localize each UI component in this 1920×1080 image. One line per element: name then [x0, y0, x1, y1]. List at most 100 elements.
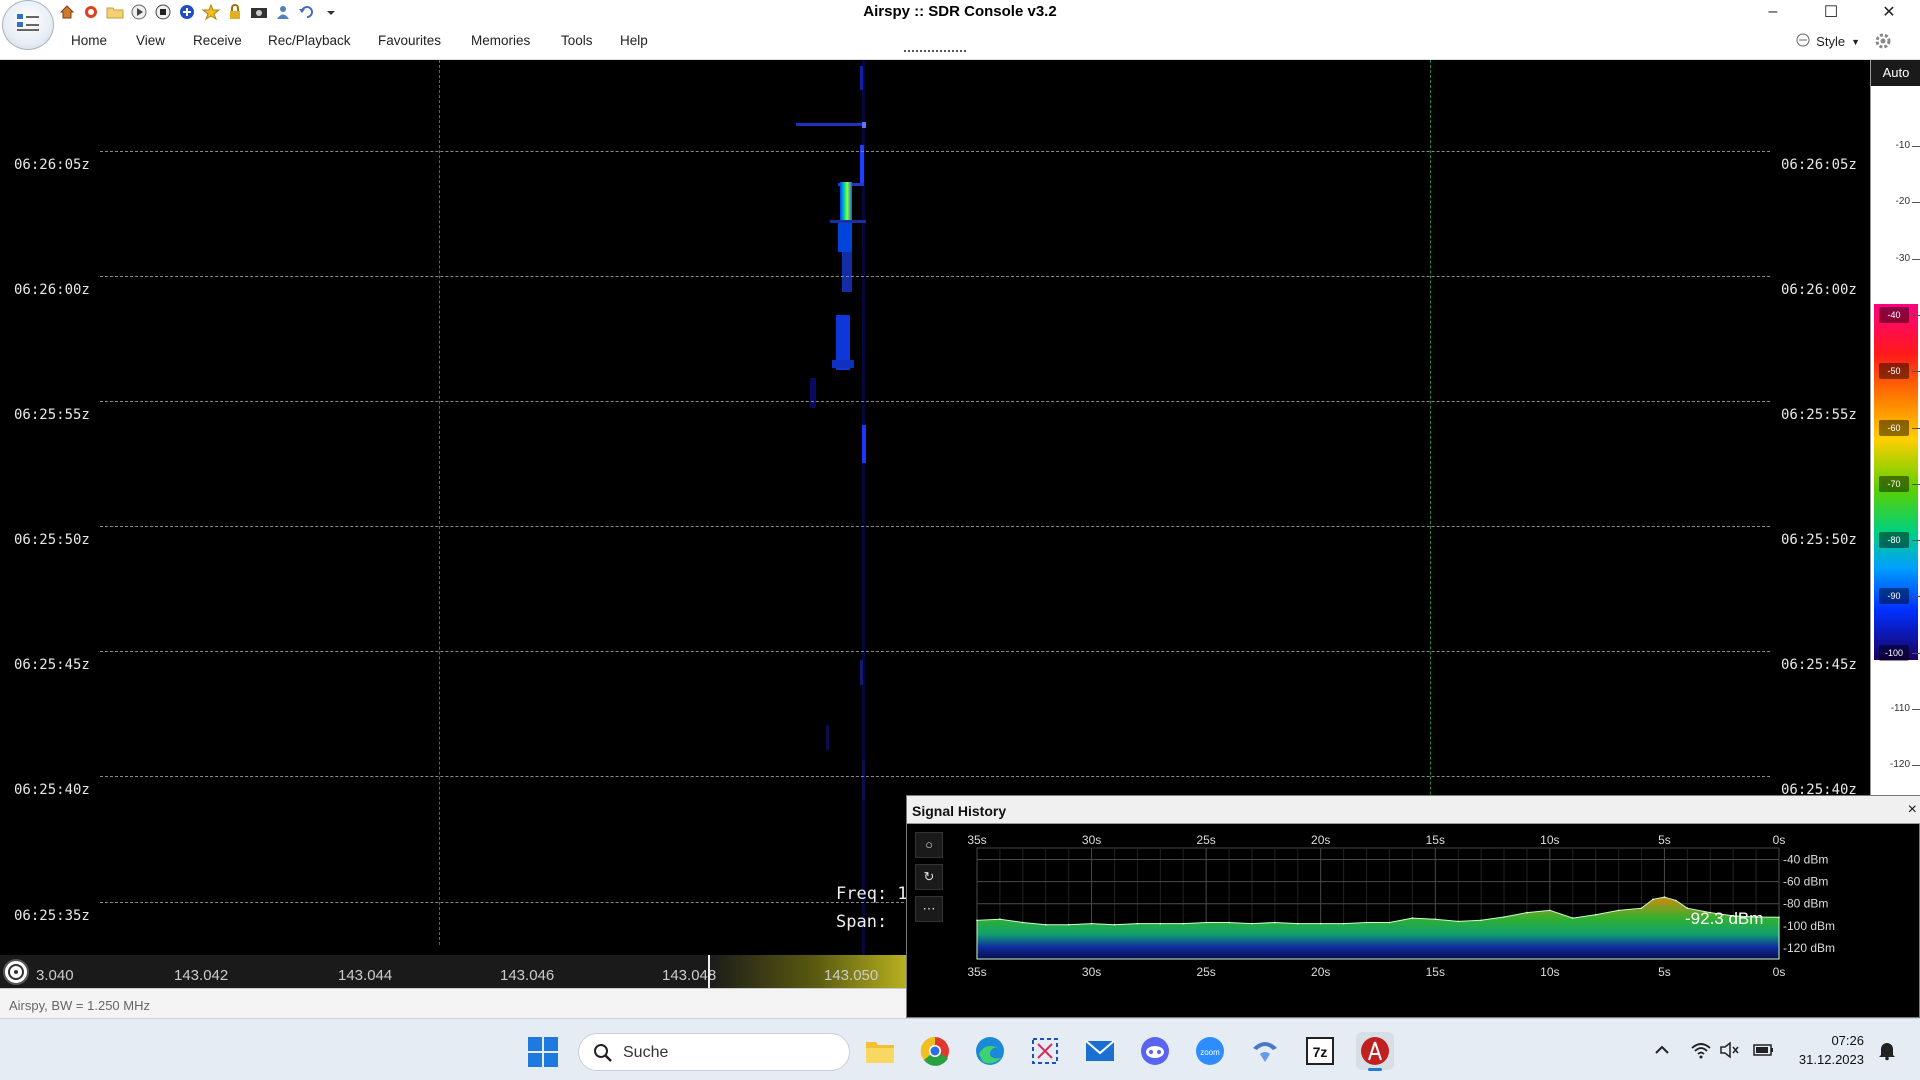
time-label: 06:26:05z: [1777, 155, 1861, 175]
discord-icon[interactable]: [1136, 1032, 1174, 1070]
data-point: [1044, 923, 1047, 926]
app-menu-button[interactable]: [2, 0, 54, 50]
y-tick-label: -80 dBm: [1783, 897, 1828, 911]
close-icon[interactable]: ×: [1908, 801, 1917, 819]
status-text: Airspy, BW = 1.250 MHz: [9, 998, 150, 1013]
data-point: [1297, 922, 1299, 925]
tab-view[interactable]: View: [136, 33, 165, 48]
wifi-icon[interactable]: [1690, 1039, 1712, 1061]
data-point: [1388, 921, 1391, 924]
scale-tick: [1912, 540, 1920, 542]
zoom-icon[interactable]: zoom: [1191, 1032, 1229, 1070]
scale-label: -70: [1879, 475, 1909, 492]
tab-help[interactable]: Help: [620, 33, 648, 48]
scale-tick: [1912, 314, 1920, 316]
time-label: 06:25:45z: [10, 655, 94, 675]
7zip-icon[interactable]: 7z: [1301, 1032, 1339, 1070]
x-tick-label: 10s: [1540, 965, 1559, 979]
data-point: [1182, 922, 1185, 925]
x-tick-label: 15s: [1426, 965, 1445, 979]
data-point: [1090, 922, 1093, 925]
scale-label: -60: [1879, 419, 1909, 436]
sdr-console-icon[interactable]: [1356, 1032, 1394, 1071]
snipping-tool-icon[interactable]: [1026, 1032, 1064, 1070]
x-tick-label: 30s: [1082, 965, 1101, 979]
scale-tick: [1912, 483, 1920, 485]
window-title: Airspy :: SDR Console v3.2: [863, 3, 1057, 20]
data-point: [1549, 909, 1551, 912]
style-menu[interactable]: Style ▼: [1796, 31, 1891, 52]
y-tick-label: -120 dBm: [1783, 941, 1835, 955]
search-input[interactable]: Suche: [578, 1033, 850, 1071]
data-point: [1342, 922, 1345, 925]
x-tick-label: 15s: [1426, 833, 1445, 847]
scale-tick: [1912, 652, 1920, 654]
time-grid-line: [100, 776, 1770, 777]
x-tick-label: 10s: [1540, 833, 1559, 847]
data-point: [1067, 923, 1070, 926]
frequency-readout: Freq: 1 Span:: [836, 880, 908, 936]
file-explorer-icon[interactable]: [861, 1032, 899, 1070]
taskbar: Suche zoom 7z 07:26 31.12.2023: [0, 1018, 1920, 1080]
data-point: [1159, 922, 1162, 925]
close-button[interactable]: ✕: [1860, 0, 1918, 24]
remote-icon[interactable]: [1246, 1032, 1284, 1070]
x-tick-label: 0s: [1773, 965, 1786, 979]
tab-favourites[interactable]: Favourites: [378, 33, 441, 48]
data-point: [1640, 907, 1643, 909]
scale-label: -90: [1879, 588, 1909, 605]
signal-history-panel[interactable]: Signal History × ○ ↻ ⋯ 35s 35s 30s 30s 25s 25…: [906, 795, 1920, 1018]
x-tick-label: 5s: [1658, 833, 1671, 847]
freq-tick-label: 143.050: [824, 967, 879, 984]
windows-start-icon[interactable]: [528, 1037, 558, 1067]
time-grid-line: [100, 276, 1770, 277]
span-label: Span:: [836, 912, 888, 932]
x-tick-label: 35s: [967, 833, 986, 847]
dbm-scale[interactable]: Auto -10 -20 -30 -40 -50 -60 -70 -80 -90 -100 -110…: [1870, 60, 1920, 795]
chrome-icon[interactable]: [916, 1032, 954, 1070]
tab-receive[interactable]: Receive: [193, 33, 242, 48]
volume-muted-icon[interactable]: [1718, 1039, 1740, 1061]
scale-label: -100: [1879, 644, 1909, 661]
search-placeholder: Suche: [623, 1044, 669, 1061]
clock-date: 31.12.2023: [1798, 1052, 1864, 1067]
marker-line-left: [439, 60, 440, 945]
axis-zoom-button[interactable]: [3, 959, 29, 985]
title-bar: Airspy :: SDR Console v3.2 – ☐ ✕: [0, 0, 1920, 24]
x-tick-label: 20s: [1311, 965, 1330, 979]
chevron-up-icon[interactable]: [1651, 1039, 1673, 1061]
scale-label: -20: [1895, 196, 1910, 208]
time-grid-line: [100, 401, 1770, 402]
clock-time: 07:26: [1831, 1033, 1864, 1048]
scale-tick: [1912, 765, 1920, 767]
ribbon-collapse-handle[interactable]: [904, 50, 966, 52]
data-point: [1480, 919, 1482, 922]
edge-icon[interactable]: [971, 1032, 1009, 1070]
chevron-down-icon: ▼: [1851, 36, 1860, 47]
data-point: [1022, 921, 1024, 924]
tab-memories[interactable]: Memories: [471, 33, 530, 48]
frequency-axis[interactable]: 3.040 143.042 143.044 143.046 143.048 14…: [0, 955, 906, 988]
mail-icon[interactable]: [1081, 1032, 1119, 1070]
data-point: [1594, 913, 1597, 916]
signal-level-readout: -92.3 dBm: [1685, 909, 1763, 928]
tab-home[interactable]: Home: [71, 33, 107, 48]
tuning-marker[interactable]: [708, 955, 710, 988]
gear-icon[interactable]: [1874, 32, 1892, 53]
scale-label: -40: [1879, 306, 1909, 323]
freq-tick-label: 3.040: [36, 967, 74, 984]
zoom-icon: [8, 964, 24, 980]
tab-rec-playback[interactable]: Rec/Playback: [268, 33, 351, 48]
maximize-button[interactable]: ☐: [1802, 0, 1860, 24]
tab-tools[interactable]: Tools: [561, 33, 593, 48]
auto-scale-button[interactable]: Auto: [1871, 60, 1920, 86]
x-tick-label: 30s: [1082, 833, 1101, 847]
notification-bell-icon[interactable]: [1876, 1039, 1898, 1061]
minimize-button[interactable]: –: [1744, 0, 1802, 24]
signal-history-titlebar[interactable]: Signal History ×: [907, 796, 1920, 824]
battery-icon[interactable]: [1752, 1039, 1774, 1061]
time-grid-line: [100, 526, 1770, 527]
data-point: [1617, 909, 1620, 912]
time-grid-line: [100, 651, 1770, 652]
tray-clock[interactable]: 07:26 31.12.2023: [1794, 1031, 1864, 1069]
